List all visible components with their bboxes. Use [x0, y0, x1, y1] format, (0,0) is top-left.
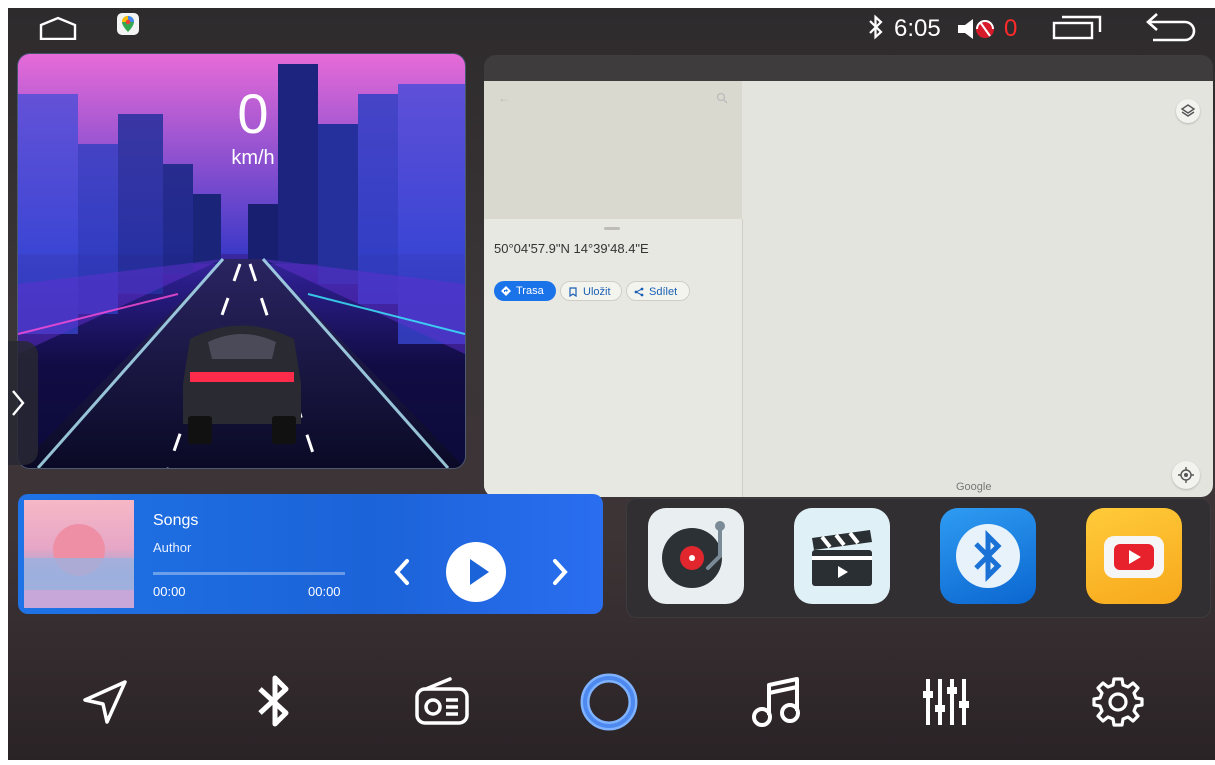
equalizer-icon[interactable] [920, 677, 970, 732]
home-icon[interactable] [38, 16, 78, 45]
chevron-left-icon [394, 559, 409, 585]
song-title: Songs [153, 512, 199, 529]
google-maps-icon[interactable] [117, 13, 139, 35]
bookmark-icon [569, 287, 577, 297]
time-total: 00:00 [308, 584, 341, 599]
panel-drag-handle[interactable] [604, 227, 620, 230]
music-player-widget[interactable]: Songs Author 00:00 00:00 [18, 494, 603, 614]
share-button[interactable]: Sdílet [626, 281, 690, 301]
directions-icon [501, 286, 511, 296]
route-button[interactable]: Trasa [494, 281, 556, 301]
map-widget[interactable]: ← 50°04'57.9"N 14°39'48.4"E Trasa Uložit… [484, 55, 1213, 497]
video-clapper-icon[interactable] [794, 508, 890, 604]
save-label: Uložit [583, 286, 611, 298]
youtube-icon[interactable] [1086, 508, 1182, 604]
music-note-icon[interactable] [750, 673, 806, 734]
layers-icon [1180, 104, 1196, 117]
play-button[interactable] [446, 542, 506, 602]
settings-gear-icon[interactable] [1092, 675, 1144, 732]
status-bar: 6:05 0 [8, 8, 1215, 48]
volume-level: 0 [1004, 15, 1018, 42]
map-header-bar [484, 55, 1213, 81]
time-current: 00:00 [153, 584, 186, 599]
crosshair-icon [1178, 467, 1194, 483]
recent-apps-icon[interactable] [1052, 14, 1104, 45]
share-label: Sdílet [649, 286, 678, 298]
album-art [24, 500, 134, 608]
share-icon [634, 287, 644, 297]
bluetooth-app-icon[interactable] [940, 508, 1036, 604]
headunit-screen: 6:05 0 0 km/h ← 50°04'57.9"N 14°39'48.4"… [8, 8, 1215, 760]
vinyl-player-icon[interactable] [648, 508, 744, 604]
save-button[interactable]: Uložit [560, 281, 622, 301]
home-circle-icon[interactable] [576, 669, 642, 740]
radio-icon[interactable] [412, 677, 472, 732]
clock: 6:05 [894, 15, 941, 42]
bluetooth-status-icon [866, 14, 886, 45]
volume-muted-icon[interactable] [956, 17, 998, 46]
app-shortcut-tray [626, 498, 1211, 618]
navigation-icon[interactable] [80, 677, 130, 732]
speed-unit: km/h [231, 147, 275, 169]
song-author: Author [153, 540, 192, 555]
chevron-right-icon[interactable] [10, 388, 26, 423]
speed-value: 0 [237, 82, 269, 145]
place-details-panel: 50°04'57.9"N 14°39'48.4"E Trasa Uložit S… [484, 219, 743, 497]
my-location-button[interactable] [1172, 461, 1200, 489]
google-logo: Google [956, 481, 992, 493]
layers-button[interactable] [1176, 99, 1200, 123]
next-track-button[interactable] [548, 557, 572, 592]
bottom-dock [8, 641, 1215, 760]
coordinates-text: 50°04'57.9"N 14°39'48.4"E [494, 241, 649, 256]
previous-track-button[interactable] [390, 557, 414, 592]
bluetooth-icon[interactable] [250, 673, 300, 734]
playback-progress-bar[interactable] [153, 572, 345, 575]
search-icon[interactable] [716, 91, 728, 109]
back-arrow-icon[interactable]: ← [498, 91, 510, 105]
route-label: Trasa [516, 285, 544, 297]
play-icon [470, 559, 489, 585]
chevron-right-icon [553, 559, 568, 585]
back-icon[interactable] [1145, 10, 1199, 49]
map-search-panel: ← [484, 81, 742, 219]
speedometer-widget[interactable]: 0 km/h [18, 54, 465, 468]
